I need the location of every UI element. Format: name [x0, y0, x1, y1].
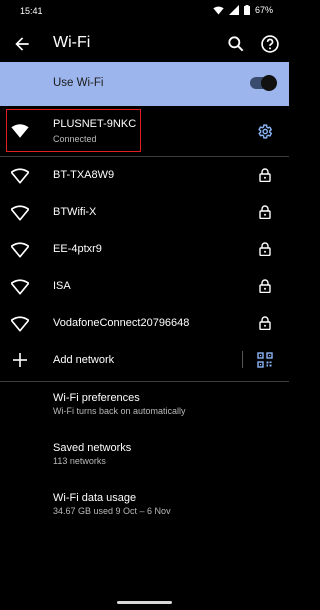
lock-icon: [259, 205, 271, 219]
add-network-label: Add network: [53, 354, 115, 366]
network-item[interactable]: ISA: [0, 268, 289, 305]
search-icon[interactable]: [226, 34, 246, 54]
back-arrow-icon[interactable]: [12, 34, 32, 54]
lock-icon: [259, 279, 271, 293]
plus-icon: [13, 353, 27, 367]
network-name: VodafoneConnect20796648: [53, 317, 190, 329]
pref-title: Wi-Fi data usage: [53, 492, 137, 504]
network-name: EE-4ptxr9: [53, 243, 102, 255]
divider: [0, 381, 289, 382]
page-title: Wi-Fi: [53, 34, 91, 51]
wifi-icon: [11, 279, 29, 295]
wifi-preferences-item[interactable]: Wi-Fi preferences Wi-Fi turns back on au…: [53, 391, 273, 417]
status-icons: 67%: [213, 5, 273, 15]
signal-status-icon: [228, 5, 239, 15]
use-wifi-row[interactable]: Use Wi-Fi: [0, 62, 289, 106]
lock-icon: [259, 316, 271, 330]
network-item[interactable]: BT-TXA8W9: [0, 157, 289, 194]
status-time: 15:41: [20, 6, 43, 16]
lock-icon: [259, 168, 271, 182]
network-item[interactable]: BTWifi-X: [0, 194, 289, 231]
wifi-data-usage-item[interactable]: Wi-Fi data usage 34.67 GB used 9 Oct – 6…: [53, 491, 273, 517]
wifi-icon: [11, 124, 29, 138]
pref-subtitle: Wi-Fi turns back on automatically: [53, 406, 186, 416]
wifi-icon: [11, 205, 29, 221]
gear-icon[interactable]: [256, 123, 273, 140]
status-bar: 15:41 67%: [0, 0, 289, 24]
wifi-icon: [11, 242, 29, 258]
pref-title: Wi-Fi preferences: [53, 392, 140, 404]
pref-title: Saved networks: [53, 442, 132, 454]
wifi-icon: [11, 168, 29, 184]
wifi-status-icon: [213, 5, 224, 15]
battery-level: 67%: [254, 5, 273, 15]
pref-subtitle: 34.67 GB used 9 Oct – 6 Nov: [53, 506, 171, 516]
wifi-toggle-knob[interactable]: [261, 75, 277, 91]
network-item[interactable]: VodafoneConnect20796648: [0, 305, 289, 342]
qr-code-icon[interactable]: [257, 352, 273, 368]
saved-networks-item[interactable]: Saved networks 113 networks: [53, 441, 273, 467]
vertical-divider: [242, 351, 243, 368]
home-indicator[interactable]: [117, 601, 172, 604]
battery-status-icon: [243, 5, 250, 15]
add-network-row[interactable]: Add network: [0, 342, 289, 380]
connected-network-name: PLUSNET-9NKC: [53, 118, 137, 130]
app-bar: Wi-Fi: [0, 26, 289, 62]
help-icon[interactable]: [260, 34, 280, 54]
pref-subtitle: 113 networks: [53, 456, 106, 466]
network-name: BT-TXA8W9: [53, 169, 115, 181]
network-name: ISA: [53, 280, 71, 292]
wifi-icon: [11, 316, 29, 332]
network-item[interactable]: EE-4ptxr9: [0, 231, 289, 268]
connected-network-row[interactable]: PLUSNET-9NKC Connected: [0, 106, 289, 156]
use-wifi-label: Use Wi-Fi: [53, 77, 104, 89]
connected-network-status: Connected: [53, 134, 97, 144]
network-name: BTWifi-X: [53, 206, 97, 218]
lock-icon: [259, 242, 271, 256]
